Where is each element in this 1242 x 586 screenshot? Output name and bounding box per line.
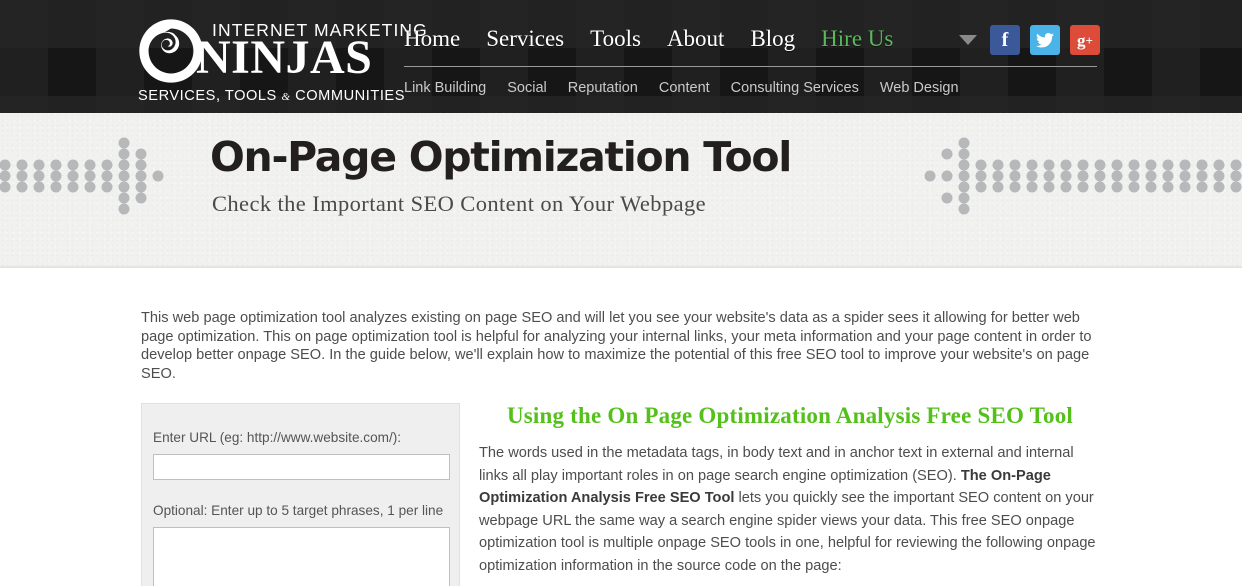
subnav-item-consulting-services[interactable]: Consulting Services	[731, 80, 859, 96]
primary-navigation: Home Services Tools About Blog Hire Us	[404, 26, 893, 52]
onpage-tool-form: Enter URL (eg: http://www.website.com/):…	[141, 403, 460, 586]
page-subtitle: Check the Important SEO Content on Your …	[212, 191, 707, 216]
url-field-label: Enter URL (eg: http://www.website.com/):	[153, 430, 402, 445]
target-phrases-textarea[interactable]	[153, 527, 450, 586]
guide-paragraph: The words used in the metadata tags, in …	[479, 442, 1101, 578]
subnav-item-reputation[interactable]: Reputation	[568, 80, 638, 96]
header-utility-area: f g +	[959, 25, 1100, 55]
site-logo[interactable]: INTERNET MARKETING NINJAS SERVICES, TOOL…	[138, 10, 427, 105]
guide-column: Using the On Page Optimization Analysis …	[479, 403, 1101, 578]
phrases-field-label: Optional: Enter up to 5 target phrases, …	[153, 503, 444, 518]
swirl-logo-icon	[139, 19, 203, 83]
guide-heading: Using the On Page Optimization Analysis …	[506, 403, 1074, 428]
nav-item-about[interactable]: About	[667, 26, 725, 52]
twitter-icon[interactable]	[1030, 25, 1060, 55]
subnav-item-web-design[interactable]: Web Design	[880, 80, 959, 96]
nav-item-blog[interactable]: Blog	[750, 26, 795, 52]
subnav-item-link-building[interactable]: Link Building	[404, 80, 486, 96]
site-header: INTERNET MARKETING NINJAS SERVICES, TOOL…	[0, 0, 1242, 113]
nav-item-home[interactable]: Home	[404, 26, 460, 52]
dotted-arrow-right-icon	[0, 137, 164, 215]
logo-name: NINJAS	[196, 31, 373, 84]
logo-tagline-bottom: SERVICES, TOOLS & COMMUNITIES	[138, 88, 405, 104]
form-spacer	[153, 480, 448, 503]
intro-paragraph: This web page optimization tool analyzes…	[141, 310, 1092, 382]
nav-item-hire-us[interactable]: Hire Us	[821, 26, 893, 52]
page-title: On-Page Optimization Tool	[210, 133, 792, 181]
chevron-down-icon[interactable]	[959, 35, 977, 45]
main-content: This web page optimization tool analyzes…	[0, 268, 1242, 586]
facebook-icon[interactable]: f	[990, 25, 1020, 55]
nav-item-services[interactable]: Services	[486, 26, 564, 52]
hero-banner: On-Page Optimization Tool Check the Impo…	[0, 113, 1242, 268]
logo-tagline-pre: SERVICES, TOOLS	[138, 88, 282, 104]
dotted-arrow-left-icon	[924, 137, 1242, 215]
url-input[interactable]	[153, 454, 450, 480]
subnav-item-content[interactable]: Content	[659, 80, 710, 96]
secondary-navigation: Link Building Social Reputation Content Cons…	[404, 80, 959, 96]
google-plus-icon[interactable]: g +	[1070, 25, 1100, 55]
logo-tagline-post: COMMUNITIES	[290, 88, 405, 104]
logo-tagline-amp: &	[281, 91, 291, 103]
twitter-bird-glyph	[1036, 32, 1054, 48]
nav-divider	[404, 66, 1097, 67]
nav-item-tools[interactable]: Tools	[590, 26, 641, 52]
subnav-item-social[interactable]: Social	[507, 80, 547, 96]
